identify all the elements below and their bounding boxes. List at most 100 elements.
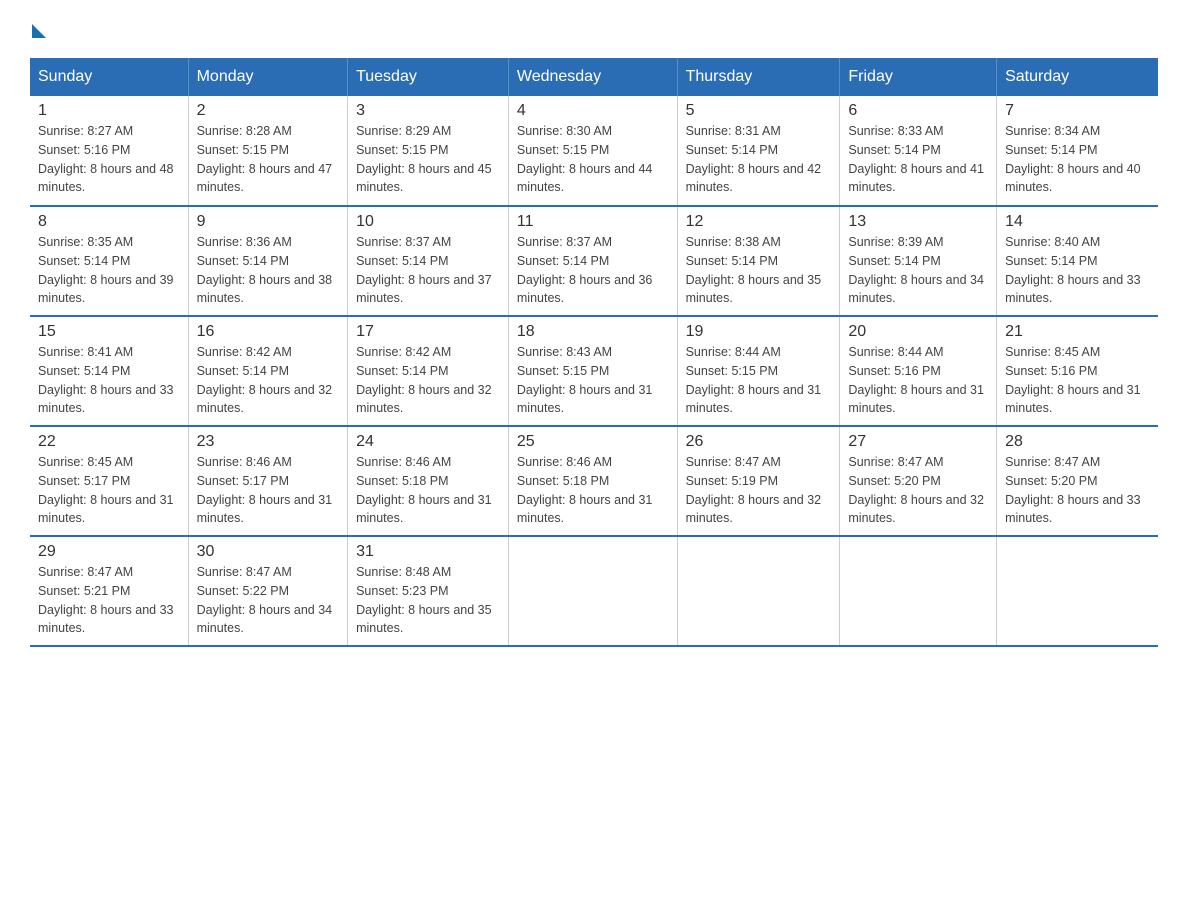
day-number: 17 (356, 323, 500, 341)
sunset-label: Sunset: 5:19 PM (686, 474, 778, 488)
day-info: Sunrise: 8:47 AM Sunset: 5:20 PM Dayligh… (848, 453, 988, 528)
daylight-label: Daylight: 8 hours and 33 minutes. (38, 383, 174, 416)
day-number: 13 (848, 213, 988, 231)
day-number: 24 (356, 433, 500, 451)
calendar-day-cell: 24 Sunrise: 8:46 AM Sunset: 5:18 PM Dayl… (348, 426, 509, 536)
daylight-label: Daylight: 8 hours and 34 minutes. (848, 273, 984, 306)
calendar-day-cell: 19 Sunrise: 8:44 AM Sunset: 5:15 PM Dayl… (677, 316, 840, 426)
day-info: Sunrise: 8:47 AM Sunset: 5:22 PM Dayligh… (197, 563, 339, 638)
day-number: 20 (848, 323, 988, 341)
sunrise-label: Sunrise: 8:42 AM (197, 345, 292, 359)
day-info: Sunrise: 8:43 AM Sunset: 5:15 PM Dayligh… (517, 343, 669, 418)
sunrise-label: Sunrise: 8:46 AM (517, 455, 612, 469)
day-info: Sunrise: 8:33 AM Sunset: 5:14 PM Dayligh… (848, 122, 988, 197)
calendar-day-cell: 29 Sunrise: 8:47 AM Sunset: 5:21 PM Dayl… (30, 536, 188, 646)
sunset-label: Sunset: 5:16 PM (38, 143, 130, 157)
logo (30, 20, 46, 38)
daylight-label: Daylight: 8 hours and 31 minutes. (1005, 383, 1141, 416)
daylight-label: Daylight: 8 hours and 39 minutes. (38, 273, 174, 306)
calendar-day-cell: 16 Sunrise: 8:42 AM Sunset: 5:14 PM Dayl… (188, 316, 347, 426)
sunrise-label: Sunrise: 8:34 AM (1005, 124, 1100, 138)
day-number: 9 (197, 213, 339, 231)
sunset-label: Sunset: 5:14 PM (848, 254, 940, 268)
day-of-week-header: Wednesday (508, 58, 677, 96)
calendar-day-cell: 27 Sunrise: 8:47 AM Sunset: 5:20 PM Dayl… (840, 426, 997, 536)
day-number: 27 (848, 433, 988, 451)
calendar-day-cell: 7 Sunrise: 8:34 AM Sunset: 5:14 PM Dayli… (997, 96, 1158, 206)
sunset-label: Sunset: 5:15 PM (686, 364, 778, 378)
calendar-day-cell: 15 Sunrise: 8:41 AM Sunset: 5:14 PM Dayl… (30, 316, 188, 426)
day-info: Sunrise: 8:45 AM Sunset: 5:16 PM Dayligh… (1005, 343, 1150, 418)
sunrise-label: Sunrise: 8:45 AM (1005, 345, 1100, 359)
day-info: Sunrise: 8:38 AM Sunset: 5:14 PM Dayligh… (686, 233, 832, 308)
day-info: Sunrise: 8:47 AM Sunset: 5:21 PM Dayligh… (38, 563, 180, 638)
daylight-label: Daylight: 8 hours and 47 minutes. (197, 162, 333, 195)
calendar-day-cell: 26 Sunrise: 8:47 AM Sunset: 5:19 PM Dayl… (677, 426, 840, 536)
day-info: Sunrise: 8:28 AM Sunset: 5:15 PM Dayligh… (197, 122, 339, 197)
calendar-week-row: 15 Sunrise: 8:41 AM Sunset: 5:14 PM Dayl… (30, 316, 1158, 426)
sunrise-label: Sunrise: 8:41 AM (38, 345, 133, 359)
day-number: 1 (38, 102, 180, 120)
day-of-week-header: Sunday (30, 58, 188, 96)
calendar-day-cell: 10 Sunrise: 8:37 AM Sunset: 5:14 PM Dayl… (348, 206, 509, 316)
sunrise-label: Sunrise: 8:37 AM (517, 235, 612, 249)
calendar-day-cell: 25 Sunrise: 8:46 AM Sunset: 5:18 PM Dayl… (508, 426, 677, 536)
daylight-label: Daylight: 8 hours and 48 minutes. (38, 162, 174, 195)
sunset-label: Sunset: 5:17 PM (197, 474, 289, 488)
daylight-label: Daylight: 8 hours and 35 minutes. (356, 603, 492, 636)
day-number: 18 (517, 323, 669, 341)
daylight-label: Daylight: 8 hours and 31 minutes. (517, 383, 653, 416)
sunrise-label: Sunrise: 8:37 AM (356, 235, 451, 249)
sunset-label: Sunset: 5:16 PM (848, 364, 940, 378)
sunset-label: Sunset: 5:15 PM (517, 143, 609, 157)
sunrise-label: Sunrise: 8:46 AM (356, 455, 451, 469)
sunrise-label: Sunrise: 8:44 AM (686, 345, 781, 359)
daylight-label: Daylight: 8 hours and 31 minutes. (517, 493, 653, 526)
sunrise-label: Sunrise: 8:44 AM (848, 345, 943, 359)
sunrise-label: Sunrise: 8:47 AM (197, 565, 292, 579)
daylight-label: Daylight: 8 hours and 41 minutes. (848, 162, 984, 195)
calendar-day-cell: 1 Sunrise: 8:27 AM Sunset: 5:16 PM Dayli… (30, 96, 188, 206)
day-number: 30 (197, 543, 339, 561)
day-number: 16 (197, 323, 339, 341)
calendar-day-cell (677, 536, 840, 646)
day-info: Sunrise: 8:47 AM Sunset: 5:19 PM Dayligh… (686, 453, 832, 528)
day-number: 25 (517, 433, 669, 451)
day-info: Sunrise: 8:44 AM Sunset: 5:15 PM Dayligh… (686, 343, 832, 418)
calendar-week-row: 8 Sunrise: 8:35 AM Sunset: 5:14 PM Dayli… (30, 206, 1158, 316)
sunset-label: Sunset: 5:23 PM (356, 584, 448, 598)
daylight-label: Daylight: 8 hours and 44 minutes. (517, 162, 653, 195)
daylight-label: Daylight: 8 hours and 32 minutes. (197, 383, 333, 416)
day-number: 4 (517, 102, 669, 120)
day-info: Sunrise: 8:39 AM Sunset: 5:14 PM Dayligh… (848, 233, 988, 308)
sunset-label: Sunset: 5:14 PM (356, 364, 448, 378)
day-number: 6 (848, 102, 988, 120)
day-info: Sunrise: 8:48 AM Sunset: 5:23 PM Dayligh… (356, 563, 500, 638)
calendar-day-cell: 14 Sunrise: 8:40 AM Sunset: 5:14 PM Dayl… (997, 206, 1158, 316)
day-number: 2 (197, 102, 339, 120)
daylight-label: Daylight: 8 hours and 36 minutes. (517, 273, 653, 306)
sunset-label: Sunset: 5:17 PM (38, 474, 130, 488)
logo-arrow-icon (32, 24, 46, 38)
day-info: Sunrise: 8:27 AM Sunset: 5:16 PM Dayligh… (38, 122, 180, 197)
day-info: Sunrise: 8:41 AM Sunset: 5:14 PM Dayligh… (38, 343, 180, 418)
sunset-label: Sunset: 5:14 PM (1005, 254, 1097, 268)
day-info: Sunrise: 8:44 AM Sunset: 5:16 PM Dayligh… (848, 343, 988, 418)
calendar-day-cell: 18 Sunrise: 8:43 AM Sunset: 5:15 PM Dayl… (508, 316, 677, 426)
daylight-label: Daylight: 8 hours and 31 minutes. (197, 493, 333, 526)
sunset-label: Sunset: 5:15 PM (197, 143, 289, 157)
calendar-day-cell: 2 Sunrise: 8:28 AM Sunset: 5:15 PM Dayli… (188, 96, 347, 206)
sunset-label: Sunset: 5:14 PM (356, 254, 448, 268)
calendar-day-cell: 11 Sunrise: 8:37 AM Sunset: 5:14 PM Dayl… (508, 206, 677, 316)
sunset-label: Sunset: 5:15 PM (517, 364, 609, 378)
day-number: 11 (517, 213, 669, 231)
day-info: Sunrise: 8:35 AM Sunset: 5:14 PM Dayligh… (38, 233, 180, 308)
sunset-label: Sunset: 5:14 PM (517, 254, 609, 268)
day-number: 14 (1005, 213, 1150, 231)
daylight-label: Daylight: 8 hours and 40 minutes. (1005, 162, 1141, 195)
day-info: Sunrise: 8:47 AM Sunset: 5:20 PM Dayligh… (1005, 453, 1150, 528)
calendar-day-cell: 23 Sunrise: 8:46 AM Sunset: 5:17 PM Dayl… (188, 426, 347, 536)
daylight-label: Daylight: 8 hours and 37 minutes. (356, 273, 492, 306)
sunrise-label: Sunrise: 8:40 AM (1005, 235, 1100, 249)
sunrise-label: Sunrise: 8:30 AM (517, 124, 612, 138)
